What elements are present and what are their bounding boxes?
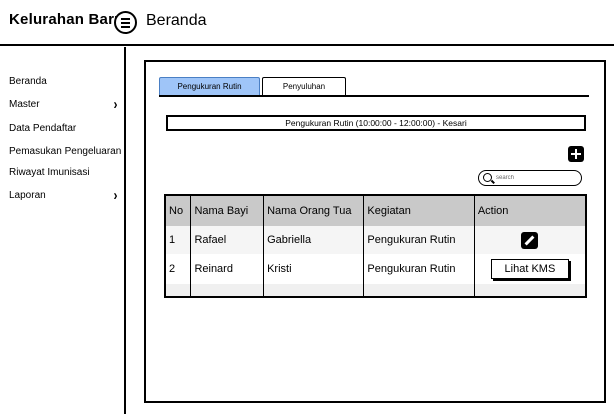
column-header-no: No (164, 195, 191, 226)
column-header-action: Action (473, 195, 586, 226)
cell-empty (164, 284, 191, 297)
top-bar: Kelurahan Baru Beranda (0, 0, 614, 46)
cell-nama-orang-tua: Kristi (263, 254, 364, 284)
content-panel: Pengukuran Rutin Penyuluhan Pengukuran R… (144, 60, 606, 403)
edit-icon[interactable] (521, 231, 539, 249)
sidebar-item-data-pendaftar[interactable]: Data Pendaftar (9, 123, 124, 134)
cell-nama-orang-tua: Gabriella (263, 226, 364, 254)
chevron-right-icon: › (113, 96, 118, 113)
sidebar-item-label: Riwayat Imunisasi (9, 167, 90, 178)
search-icon[interactable] (483, 173, 492, 182)
lihat-kms-button[interactable]: Lihat KMS (490, 259, 569, 279)
tab-penyuluhan[interactable]: Penyuluhan (262, 77, 346, 96)
search-input[interactable] (496, 172, 576, 183)
cell-empty (363, 284, 475, 297)
cell-action: Lihat KMS (473, 254, 586, 284)
cell-empty (473, 284, 586, 297)
cell-empty (190, 284, 264, 297)
cell-nama-bayi: Reinard (190, 254, 264, 284)
tab-pengukuran-rutin[interactable]: Pengukuran Rutin (159, 77, 260, 96)
cell-kegiatan: Pengukuran Rutin (363, 254, 475, 284)
table-row-empty (164, 284, 586, 297)
table-row: 2 Reinard Kristi Pengukuran Rutin Lihat … (164, 254, 586, 284)
column-header-kegiatan: Kegiatan (363, 195, 475, 226)
data-table: No Nama Bayi Nama Orang Tua Kegiatan Act… (164, 194, 587, 298)
sidebar-item-pemasukan-pengeluaran[interactable]: Pemasukan Pengeluaran (9, 146, 124, 157)
sidebar-item-label: Pemasukan Pengeluaran (9, 146, 122, 157)
menu-line (121, 18, 130, 20)
tab-divider (159, 95, 589, 97)
sidebar-item-label: Laporan (9, 190, 46, 201)
search-box[interactable] (478, 170, 582, 186)
sidebar-item-label: Master (9, 99, 40, 110)
app-title: Kelurahan Baru (9, 11, 124, 28)
cell-no: 1 (164, 226, 191, 254)
table-header-row: No Nama Bayi Nama Orang Tua Kegiatan Act… (164, 195, 586, 226)
menu-line (121, 26, 130, 28)
cell-action (473, 226, 586, 254)
sidebar-item-label: Beranda (9, 76, 47, 87)
sidebar-item-master[interactable]: Master › (9, 96, 124, 113)
menu-line (121, 22, 130, 24)
cell-kegiatan: Pengukuran Rutin (363, 226, 475, 254)
chevron-right-icon: › (113, 187, 118, 204)
sidebar-item-laporan[interactable]: Laporan › (9, 187, 124, 204)
column-header-nama-orang-tua: Nama Orang Tua (263, 195, 364, 226)
sidebar-item-label: Data Pendaftar (9, 123, 77, 134)
column-header-nama-bayi: Nama Bayi (190, 195, 264, 226)
cell-empty (263, 284, 364, 297)
sidebar-item-riwayat-imunisasi[interactable]: Riwayat Imunisasi (9, 167, 124, 178)
hamburger-menu-icon[interactable] (114, 11, 137, 34)
plus-icon[interactable] (568, 146, 584, 162)
cell-nama-bayi: Rafael (190, 226, 264, 254)
sidebar-item-beranda[interactable]: Beranda (9, 76, 124, 87)
page-title: Beranda (146, 12, 207, 29)
table-row: 1 Rafael Gabriella Pengukuran Rutin (164, 226, 586, 254)
cell-no: 2 (164, 254, 191, 284)
session-info-bar: Pengukuran Rutin (10:00:00 - 12:00:00) -… (166, 115, 586, 131)
sidebar: Beranda Master › Data Pendaftar Pemasuka… (0, 47, 126, 414)
